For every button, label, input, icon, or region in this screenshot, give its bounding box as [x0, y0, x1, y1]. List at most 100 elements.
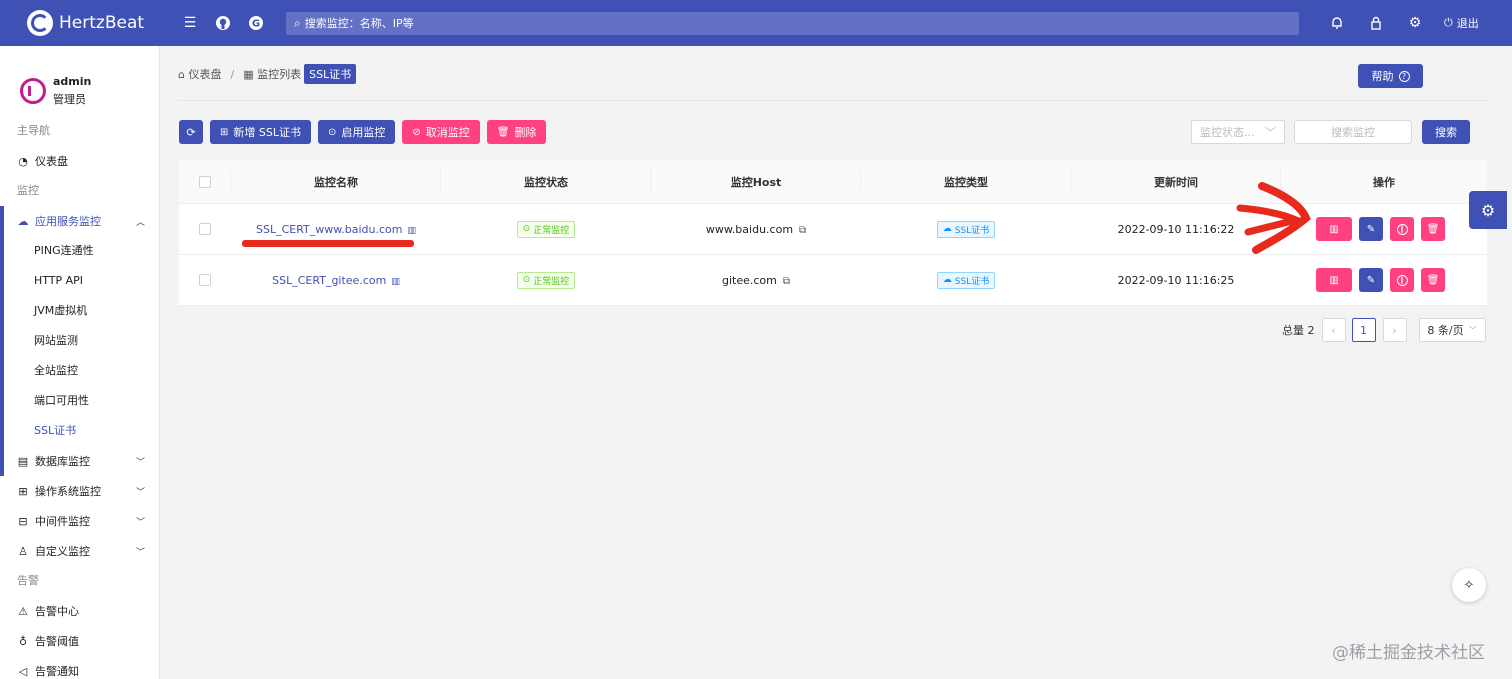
settings-drawer-button[interactable]: ⚙ — [1469, 191, 1507, 229]
sidebar-item-port[interactable]: 端口可用性 — [0, 386, 159, 416]
view-chart-button[interactable]: ▥ — [1316, 268, 1352, 292]
check-circle-icon: ⊙ — [522, 275, 531, 285]
header-status: 监控状态 — [441, 168, 651, 191]
row-checkbox[interactable] — [199, 274, 211, 286]
sidebar-item-fullsite[interactable]: 全站监控 — [0, 356, 159, 386]
sidebar-item-dashboard[interactable]: ◔ 仪表盘 — [0, 146, 159, 176]
menu-fold-icon[interactable]: ☰ — [180, 13, 200, 33]
search-monitor-input[interactable] — [1294, 120, 1412, 144]
divider — [178, 100, 1488, 101]
play-circle-icon: ⊙ — [327, 126, 337, 138]
breadcrumb-separator: / — [230, 67, 235, 81]
edit-button[interactable]: ✎ — [1359, 217, 1383, 241]
type-badge: ☁ SSL证书 — [936, 271, 996, 289]
delete-label: 删除 — [514, 126, 537, 139]
sidebar-item-label: 中间件监控 — [35, 515, 90, 528]
app-logo[interactable]: HertzBeat — [27, 10, 167, 36]
page-size-select[interactable]: 8 条/页 ﹀ — [1418, 318, 1486, 342]
sidebar-item-website[interactable]: 网站监测 — [0, 326, 159, 356]
sidebar-item-http-api[interactable]: HTTP API — [0, 266, 159, 296]
enable-monitor-button[interactable]: ⊙ 启用监控 — [317, 120, 396, 144]
chart-icon: ▥ — [407, 225, 416, 236]
bell-icon[interactable] — [1327, 13, 1347, 33]
header-type: 监控类型 — [861, 168, 1071, 191]
sidebar-item-ping[interactable]: PING连通性 — [0, 236, 159, 266]
alarm-icon: ⚠ — [18, 604, 28, 618]
prev-page-button[interactable]: ‹ — [1321, 318, 1346, 342]
updated-time: 2022-09-10 11:16:25 — [1117, 273, 1235, 287]
bulb-icon: ♁ — [18, 634, 28, 648]
total-count: 总量 2 — [1282, 324, 1315, 337]
user-info[interactable]: admin 管理员 — [0, 46, 159, 116]
page-size-label: 8 条/页 — [1427, 324, 1464, 337]
github-icon[interactable] — [213, 13, 233, 33]
sidebar-item-alert-threshold[interactable]: ♁ 告警阈值 — [0, 626, 159, 656]
chevron-left-icon: ‹ — [1331, 323, 1336, 337]
annotation-arrow — [1236, 182, 1311, 254]
lock-icon[interactable] — [1366, 13, 1386, 33]
sidebar-item-custom[interactable]: ♙ 自定义监控 ﹀ — [0, 536, 159, 566]
pause-button[interactable]: ‖ — [1390, 268, 1414, 292]
settings-gear-icon[interactable]: ⚙ — [1405, 13, 1425, 33]
sidebar-item-os[interactable]: ⊞ 操作系统监控 ﹀ — [0, 476, 159, 506]
select-all-checkbox[interactable] — [199, 175, 211, 188]
question-icon: ? — [1398, 70, 1410, 82]
logout-button[interactable]: ⏻ 退出 — [1444, 15, 1479, 31]
sidebar-item-label: 告警通知 — [35, 665, 79, 678]
monitor-name-link[interactable]: SSL_CERT_gitee.com ▥ — [272, 274, 400, 287]
sidebar-item-jvm[interactable]: JVM虚拟机 — [0, 296, 159, 326]
chevron-down-icon: ﹀ — [135, 487, 145, 498]
delete-row-button[interactable]: 🗑 — [1421, 268, 1445, 292]
next-page-button[interactable]: › — [1382, 318, 1407, 342]
breadcrumb: ⌂ 仪表盘 / ▦ 监控列表 SSL证书 — [178, 64, 357, 84]
cancel-monitor-button[interactable]: ⊘ 取消监控 — [402, 120, 480, 144]
status-select[interactable]: 监控状态... ﹀ — [1191, 120, 1285, 144]
sidebar-item-alert-notify[interactable]: ◁ 告警通知 — [0, 656, 159, 679]
status-label: 正常监控 — [533, 225, 570, 236]
user-role: 管理员 — [53, 93, 86, 106]
app-name: HertzBeat — [59, 13, 145, 33]
global-search[interactable]: ⌕ — [286, 11, 1299, 35]
sidebar: admin 管理员 主导航 ◔ 仪表盘 监控 ☁ 应用服务监控 ︿ PING连通… — [0, 46, 160, 679]
copy-icon[interactable]: ⧉ — [783, 276, 790, 287]
watermark: @稀土掘金技术社区 — [1332, 643, 1485, 663]
edit-icon: ✎ — [1366, 274, 1376, 286]
nav-group-main: 主导航 — [17, 124, 50, 137]
copy-icon[interactable]: ⧉ — [799, 225, 806, 236]
pause-circle-icon: ⊘ — [412, 126, 421, 138]
type-label: SSL证书 — [954, 276, 990, 287]
sidebar-item-ssl[interactable]: SSL证书 — [0, 416, 159, 446]
sidebar-item-database[interactable]: ▤ 数据库监控 ﹀ — [0, 446, 159, 476]
gitee-icon[interactable]: G — [246, 13, 266, 33]
delete-button[interactable]: 🗑 删除 — [486, 120, 547, 144]
page-number[interactable]: 1 — [1351, 318, 1376, 342]
sidebar-item-middleware[interactable]: ⊟ 中间件监控 ﹀ — [0, 506, 159, 536]
theme-float-button[interactable]: ✧ — [1452, 568, 1486, 602]
line-chart-icon: ▥ — [1329, 274, 1339, 286]
app-service-submenu: PING连通性 HTTP API JVM虚拟机 网站监测 全站监控 端口可用性 … — [0, 206, 159, 476]
type-badge: ☁ SSL证书 — [936, 220, 996, 238]
breadcrumb-home[interactable]: 仪表盘 — [188, 66, 221, 82]
annotation-underline — [242, 240, 414, 247]
edit-button[interactable]: ✎ — [1359, 268, 1383, 292]
monitor-name-link[interactable]: SSL_CERT_www.baidu.com ▥ — [256, 223, 416, 236]
add-ssl-button[interactable]: ⊞ 新增 SSL证书 — [210, 120, 311, 144]
help-button[interactable]: 帮助 ? — [1358, 64, 1423, 88]
toolbar: ⟳ ⊞ 新增 SSL证书 ⊙ 启用监控 ⊘ 取消监控 🗑 删除 — [179, 120, 553, 144]
type-label: SSL证书 — [954, 225, 990, 236]
nav-group-monitor: 监控 — [17, 184, 39, 197]
delete-row-button[interactable]: 🗑 — [1421, 217, 1445, 241]
global-search-input[interactable] — [304, 16, 1205, 30]
pause-button[interactable]: ‖ — [1390, 217, 1414, 241]
sidebar-item-app-service[interactable]: ☁ 应用服务监控 ︿ — [0, 206, 159, 236]
monitor-host: www.baidu.com — [705, 222, 794, 236]
search-button[interactable]: 搜索 — [1422, 120, 1470, 144]
monitor-host: gitee.com — [721, 273, 777, 287]
view-chart-button[interactable]: ▥ — [1316, 217, 1352, 241]
refresh-button[interactable]: ⟳ — [179, 120, 203, 144]
dashboard-icon: ◔ — [18, 154, 28, 168]
cancel-label: 取消监控 — [425, 126, 470, 139]
breadcrumb-list[interactable]: 监控列表 — [257, 66, 301, 82]
row-checkbox[interactable] — [199, 223, 211, 235]
sidebar-item-alert-center[interactable]: ⚠ 告警中心 — [0, 596, 159, 626]
